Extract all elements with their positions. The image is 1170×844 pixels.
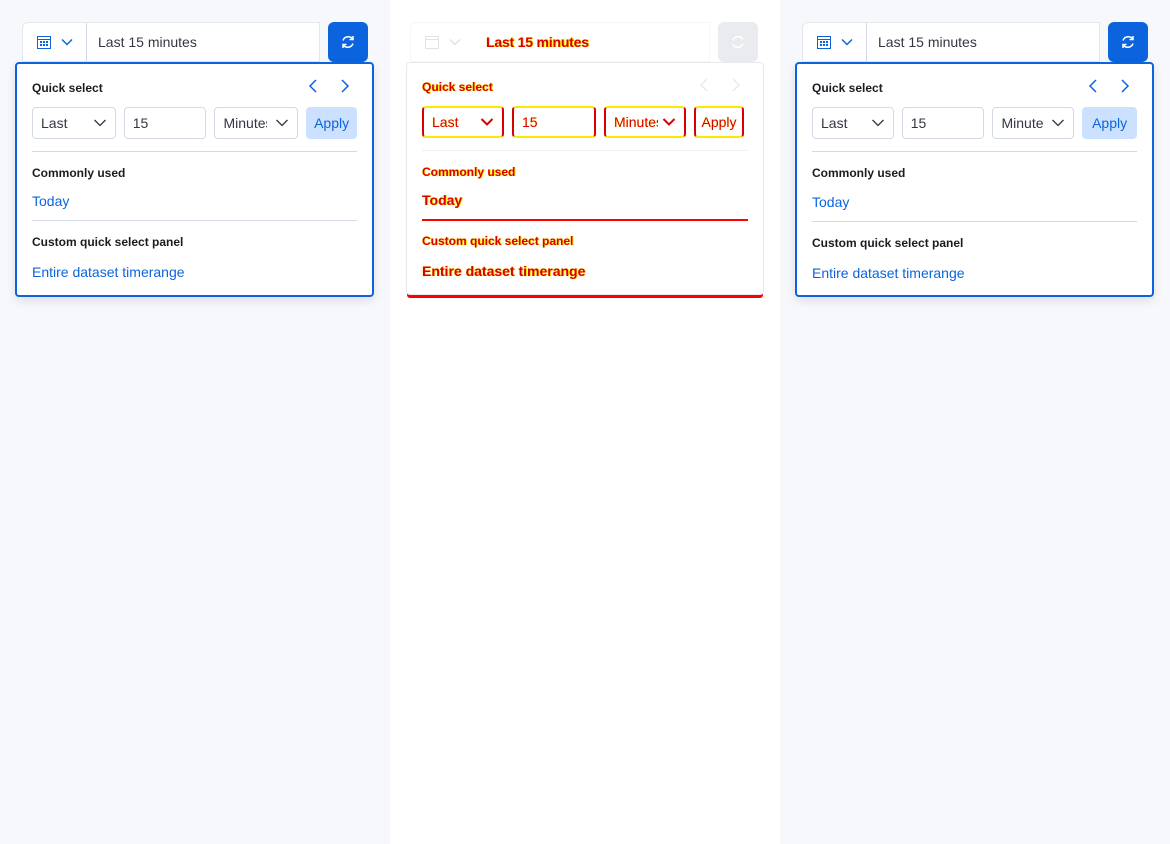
quick-select-title-diff: Quick select [422, 80, 493, 94]
quick-select-arrows-right [1085, 78, 1133, 94]
refresh-icon [732, 35, 744, 49]
direction-select-value: Last [41, 115, 68, 131]
unit-select-right[interactable]: Minute [992, 107, 1075, 139]
arrow-right-icon[interactable] [337, 78, 353, 94]
diff-column: Last 15 minutes Quick select Last 15 Min… [390, 0, 780, 844]
super-date-picker: Last 15 minutes [22, 22, 368, 62]
refresh-button-diff[interactable] [718, 22, 758, 62]
quick-select-toggle-right[interactable] [803, 23, 867, 61]
time-range-text[interactable]: Last 15 minutes [87, 34, 197, 50]
chevron-down-icon [871, 119, 884, 127]
quick-select-popover: Quick select Last 15 Minutes Apply Commo… [15, 62, 374, 297]
chevron-down-icon [60, 38, 73, 46]
commonly-used-title: Commonly used [32, 166, 126, 180]
commonly-used-title-right: Commonly used [812, 166, 906, 180]
date-picker-field: Last 15 minutes [22, 22, 320, 62]
arrow-left-icon[interactable] [1085, 78, 1101, 94]
custom-panel-title-diff: Custom quick select panel [422, 234, 574, 248]
arrow-right-icon[interactable] [1117, 78, 1133, 94]
commonly-used-today-link-diff[interactable]: Today [422, 192, 462, 208]
quick-select-row-right: Last 15 Minute Apply [812, 107, 1137, 139]
value-input-diff[interactable]: 15 [512, 106, 596, 138]
chevron-down-icon [840, 38, 853, 46]
refresh-icon [1122, 35, 1134, 49]
entire-dataset-link-right[interactable]: Entire dataset timerange [812, 265, 965, 281]
unit-select-value-right: Minute [1001, 115, 1044, 131]
commonly-used-today-link[interactable]: Today [32, 193, 69, 209]
refresh-icon [342, 35, 354, 49]
quick-select-row-diff: Last 15 Minutes Apply [422, 106, 748, 138]
direction-select-diff[interactable]: Last [422, 106, 504, 138]
calendar-icon [816, 36, 831, 49]
entire-dataset-link[interactable]: Entire dataset timerange [32, 264, 185, 280]
direction-select-right[interactable]: Last [812, 107, 894, 139]
refresh-button-right[interactable] [1108, 22, 1148, 62]
refresh-button[interactable] [328, 22, 368, 62]
quick-select-arrows-diff [696, 77, 744, 93]
super-date-picker-right: Last 15 minutes [802, 22, 1148, 62]
chevron-down-icon [480, 118, 494, 126]
arrow-left-icon[interactable] [305, 78, 321, 94]
value-input-right[interactable]: 15 [901, 107, 985, 139]
super-date-picker-diff: Last 15 minutes [410, 22, 758, 62]
custom-panel-title: Custom quick select panel [32, 235, 184, 249]
time-range-text-right[interactable]: Last 15 minutes [867, 34, 977, 50]
quick-select-popover-right: Quick select Last 15 Minute Apply Common… [795, 62, 1154, 297]
chevron-down-icon [662, 118, 676, 126]
time-range-text-diff[interactable]: Last 15 minutes [475, 34, 589, 50]
arrow-left-icon[interactable] [696, 77, 712, 93]
divider [32, 220, 357, 221]
calendar-icon [36, 36, 51, 49]
quick-select-row: Last 15 Minutes Apply [32, 107, 357, 139]
entire-dataset-link-diff[interactable]: Entire dataset timerange [422, 263, 585, 279]
quick-select-title: Quick select [32, 81, 103, 95]
unit-select-value: Minutes [223, 115, 267, 131]
unit-select[interactable]: Minutes [214, 107, 299, 139]
value-input[interactable]: 15 [123, 107, 207, 139]
unit-select-diff[interactable]: Minutes [604, 106, 686, 138]
commonly-used-title-diff: Commonly used [422, 165, 516, 179]
chevron-down-icon [276, 119, 289, 127]
chevron-down-icon [448, 38, 461, 46]
arrow-right-icon[interactable] [728, 77, 744, 93]
direction-select[interactable]: Last [32, 107, 116, 139]
apply-button[interactable]: Apply [306, 107, 357, 139]
unit-select-value-diff: Minutes [614, 114, 658, 130]
divider [812, 151, 1137, 152]
left-column: Last 15 minutes Quick select Last 15 Min… [0, 0, 390, 844]
custom-panel-title-right: Custom quick select panel [812, 236, 964, 250]
direction-select-value-right: Last [821, 115, 848, 131]
divider [32, 151, 357, 152]
apply-button-right[interactable]: Apply [1082, 107, 1137, 139]
chevron-down-icon [93, 119, 106, 127]
quick-select-toggle-diff[interactable] [411, 23, 475, 61]
date-picker-field-diff: Last 15 minutes [410, 22, 710, 62]
quick-select-toggle[interactable] [23, 23, 87, 61]
direction-select-value-diff: Last [432, 114, 459, 130]
chevron-down-icon [1052, 119, 1065, 127]
apply-button-diff[interactable]: Apply [694, 106, 744, 138]
calendar-icon [424, 36, 439, 49]
quick-select-title-right: Quick select [812, 81, 883, 95]
quick-select-arrows [305, 78, 353, 94]
divider [812, 221, 1137, 222]
date-picker-field-right: Last 15 minutes [802, 22, 1100, 62]
quick-select-popover-diff: Quick select Last 15 Minutes Apply Commo… [406, 62, 764, 295]
divider [422, 150, 748, 151]
right-column: Last 15 minutes Quick select Last 15 Min… [780, 0, 1170, 844]
commonly-used-today-link-right[interactable]: Today [812, 194, 849, 210]
divider-diff [422, 219, 748, 221]
